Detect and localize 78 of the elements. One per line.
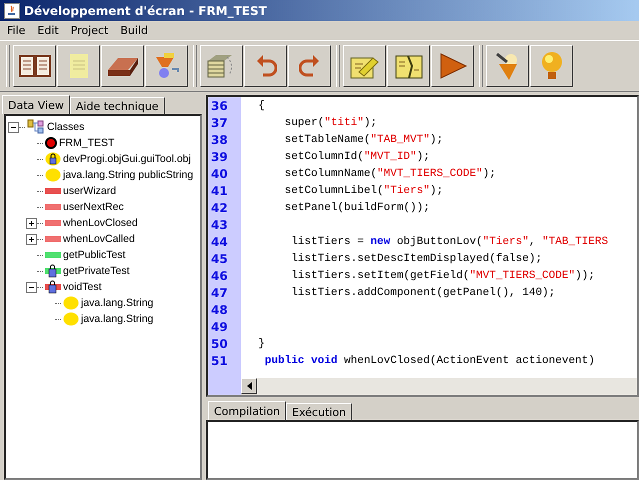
expand-toggle[interactable] [26, 218, 37, 228]
app-icon [4, 2, 20, 18]
toolbar-button[interactable] [431, 45, 474, 87]
line-number: 41 [210, 184, 228, 198]
line-number: 38 [210, 132, 228, 146]
tab[interactable]: Exécution [286, 403, 352, 420]
line-number: 40 [210, 166, 228, 180]
code-line: setColumnName("MVT_TIERS_CODE"); [284, 168, 496, 180]
left-arrow-icon [246, 382, 252, 390]
menu-item[interactable]: Project [66, 23, 114, 38]
collapse-toggle[interactable] [8, 122, 19, 132]
line-number: 47 [210, 286, 228, 300]
line-number: 51 [210, 354, 228, 368]
scroll-left-button[interactable] [241, 378, 257, 394]
code-line: setColumnId("MVT_ID"); [284, 150, 430, 162]
tree-item[interactable]: FRM_TEST [59, 137, 114, 149]
line-number: 36 [210, 98, 228, 112]
tree-item[interactable]: java.lang.String [81, 297, 154, 309]
toolbar-button[interactable] [200, 45, 243, 87]
code-line: setColumnLibel("Tiers"); [284, 184, 444, 196]
line-number: 50 [210, 336, 228, 350]
tree-item[interactable]: getPrivateTest [63, 265, 130, 277]
tree-item[interactable]: java.lang.String [81, 313, 154, 325]
code-line: listTiers.setItem(getField("MVT_TIERS_CODE")); [290, 270, 595, 282]
line-number: 42 [210, 200, 228, 214]
redo-icon [298, 53, 320, 79]
tree-item[interactable]: userNextRec [63, 201, 124, 213]
toolbar-button[interactable] [244, 45, 287, 87]
line-number: 39 [210, 150, 228, 164]
tree-item[interactable]: voidTest [63, 281, 102, 293]
window-title: Développement d'écran - FRM_TEST [24, 4, 267, 18]
toolbar-button[interactable] [343, 45, 386, 87]
toolbar-button[interactable] [13, 45, 56, 87]
tab[interactable]: Compilation [208, 401, 286, 420]
toolbar-button[interactable] [57, 45, 100, 87]
toolbar-button[interactable] [145, 45, 188, 87]
code-line: super("titi"); [284, 116, 378, 128]
collapse-toggle[interactable] [26, 282, 37, 292]
expand-toggle[interactable] [26, 234, 37, 244]
code-line: setTableName("TAB_MVT"); [284, 134, 444, 146]
tab[interactable]: Aide technique [70, 97, 165, 114]
menu-item[interactable]: Edit [32, 23, 64, 38]
tab[interactable]: Data View [2, 95, 70, 114]
code-line: listTiers = new objButtonLov("Tiers", "TAB_TIERS [290, 236, 608, 248]
tree-item[interactable]: Classes [47, 121, 84, 133]
bulb-icon [540, 50, 564, 82]
line-number: 46 [210, 268, 228, 282]
toolbar-button[interactable] [288, 45, 331, 87]
note-icon [68, 53, 88, 79]
toolbar-button[interactable] [101, 45, 144, 87]
menu-item[interactable]: Build [115, 23, 153, 38]
line-number: 37 [210, 116, 228, 130]
tree-item[interactable]: devProgi.objGui.guiTool.obj [63, 153, 191, 165]
book-icon [18, 52, 52, 80]
code-line: listTiers.setDescItemDisplayed(false); [290, 252, 542, 264]
class-icon [27, 119, 45, 135]
line-number: 48 [210, 302, 228, 316]
toolbar-button[interactable] [530, 45, 573, 87]
code-line: } [257, 338, 265, 350]
code-line: listTiers.addComponent(getPanel(), 140); [290, 286, 556, 298]
code-line: { [257, 100, 265, 112]
line-number: 45 [210, 252, 228, 266]
tree-item[interactable]: java.lang.String publicString [63, 169, 194, 181]
tree-item[interactable]: getPublicTest [63, 249, 126, 261]
line-number: 49 [210, 320, 228, 334]
menu-item[interactable]: File [2, 23, 30, 38]
line-number: 43 [210, 218, 228, 232]
toolbar-button[interactable] [486, 45, 529, 87]
toolbar-button[interactable] [387, 45, 430, 87]
form-icon [45, 137, 57, 149]
tree-item[interactable]: whenLovCalled [63, 233, 135, 245]
line-number: 44 [210, 234, 228, 248]
code-line: setPanel(buildForm()); [284, 202, 430, 214]
code-line: public void whenLovClosed(ActionEvent actionevent) [264, 354, 595, 366]
tree-item[interactable]: whenLovClosed [63, 217, 138, 229]
undo-icon [254, 53, 276, 79]
play-icon [438, 52, 468, 80]
tree-item[interactable]: userWizard [63, 185, 116, 197]
